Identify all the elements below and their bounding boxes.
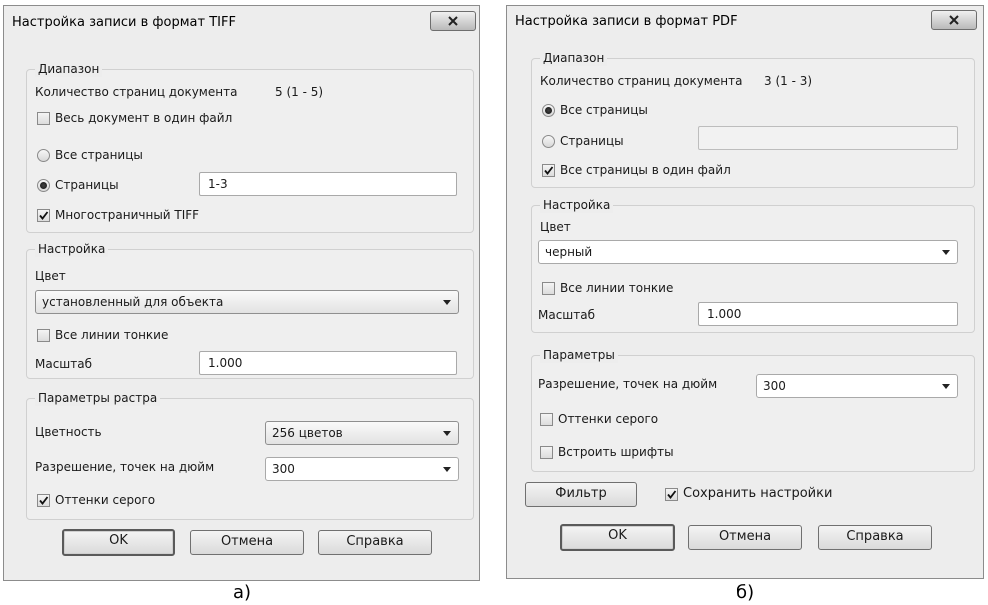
pdf-help-button[interactable]: Справка — [818, 525, 932, 550]
pdf-params-legend: Параметры — [540, 348, 618, 363]
tiff-cancel-button[interactable]: Отмена — [190, 530, 304, 555]
pdf-dialog-title: Настройка записи в формат PDF — [515, 14, 738, 29]
pdf-caption: б) — [736, 582, 755, 603]
tiff-pagecount-value: 5 (1 - 5) — [275, 85, 324, 99]
pdf-save-settings-label[interactable]: Сохранить настройки — [683, 486, 832, 502]
pdf-gray-label[interactable]: Оттенки серого — [558, 411, 658, 427]
pdf-resolution-label: Разрешение, точек на дюйм — [538, 377, 718, 391]
checkmark-icon — [544, 166, 554, 175]
close-icon — [949, 15, 959, 25]
radio-selected-dot — [545, 107, 552, 114]
tiff-thin-lines-label[interactable]: Все линии тонкие — [55, 327, 168, 343]
pdf-thin-lines-label[interactable]: Все линии тонкие — [560, 280, 673, 296]
tiff-depth-select[interactable]: 256 цветов — [265, 421, 459, 445]
pdf-dialog: Настройка записи в формат PDF Диапазон К… — [506, 5, 984, 579]
tiff-raster-legend: Параметры растра — [35, 391, 161, 406]
tiff-settings-legend: Настройка — [35, 242, 109, 257]
chevron-down-icon — [443, 300, 451, 305]
tiff-settings-group: Настройка Цвет установленный для объекта… — [26, 242, 474, 379]
tiff-help-button[interactable]: Справка — [318, 530, 432, 555]
tiff-range-group: Диапазон Количество страниц документа 5 … — [26, 62, 474, 233]
pdf-color-select[interactable]: черный — [538, 240, 958, 264]
close-button[interactable] — [931, 10, 977, 30]
tiff-one-file-checkbox[interactable] — [37, 112, 50, 125]
pdf-ok-button[interactable]: OK — [560, 524, 675, 551]
pdf-resolution-value: 300 — [763, 379, 786, 393]
tiff-gray-checkbox[interactable] — [37, 494, 50, 507]
tiff-resolution-label: Разрешение, точек на дюйм — [35, 460, 215, 474]
pdf-color-value: черный — [545, 245, 593, 259]
pdf-range-group: Диапазон Количество страниц документа 3 … — [531, 51, 975, 188]
tiff-pages-label[interactable]: Страницы — [55, 177, 119, 193]
tiff-all-pages-radio[interactable] — [37, 149, 50, 162]
tiff-pages-radio[interactable] — [37, 179, 50, 192]
tiff-gray-label[interactable]: Оттенки серого — [55, 492, 155, 508]
tiff-scale-input[interactable]: 1.000 — [199, 351, 457, 375]
tiff-range-legend: Диапазон — [35, 62, 103, 77]
pdf-settings-legend: Настройка — [540, 198, 614, 213]
tiff-color-label: Цвет — [35, 269, 66, 283]
tiff-raster-group: Параметры растра Цветность 256 цветов Ра… — [26, 391, 474, 520]
pdf-all-pages-label[interactable]: Все страницы — [560, 102, 648, 118]
pdf-cancel-button[interactable]: Отмена — [688, 525, 802, 550]
pdf-one-file-label[interactable]: Все страницы в один файл — [560, 162, 731, 178]
pdf-pagecount-value: 3 (1 - 3) — [764, 74, 813, 88]
tiff-dialog: Настройка записи в формат TIFF Диапазон … — [3, 5, 480, 581]
tiff-pagecount-label: Количество страниц документа — [35, 85, 238, 99]
tiff-caption: а) — [233, 582, 252, 603]
tiff-color-value: установленный для объекта — [42, 295, 224, 309]
tiff-scale-label: Масштаб — [35, 357, 93, 371]
pdf-save-settings-checkbox[interactable] — [665, 488, 678, 501]
checkmark-icon — [667, 490, 677, 499]
tiff-depth-value: 256 цветов — [272, 426, 343, 440]
tiff-all-pages-label[interactable]: Все страницы — [55, 147, 143, 163]
tiff-depth-label: Цветность — [35, 425, 102, 439]
tiff-dialog-title: Настройка записи в формат TIFF — [12, 15, 236, 30]
pdf-pages-input[interactable] — [698, 126, 958, 150]
tiff-resolution-select[interactable]: 300 — [265, 457, 459, 481]
pdf-all-pages-radio[interactable] — [542, 104, 555, 117]
tiff-one-file-label[interactable]: Весь документ в один файл — [55, 110, 232, 126]
pdf-titlebar: Настройка записи в формат PDF — [507, 6, 983, 39]
pdf-pages-radio[interactable] — [542, 135, 555, 148]
chevron-down-icon — [443, 467, 451, 472]
tiff-color-select[interactable]: установленный для объекта — [35, 290, 459, 314]
pdf-gray-checkbox[interactable] — [540, 413, 553, 426]
tiff-titlebar: Настройка записи в формат TIFF — [4, 6, 479, 39]
checkmark-icon — [39, 211, 49, 220]
pdf-scale-label: Масштаб — [538, 308, 596, 322]
pdf-range-legend: Диапазон — [540, 51, 608, 66]
pdf-filter-button[interactable]: Фильтр — [525, 482, 637, 507]
pdf-resolution-select[interactable]: 300 — [756, 374, 958, 398]
tiff-pages-input[interactable]: 1-3 — [199, 172, 457, 196]
pdf-pagecount-label: Количество страниц документа — [540, 74, 743, 88]
close-icon — [448, 16, 458, 26]
tiff-resolution-value: 300 — [272, 462, 295, 476]
pdf-pages-label[interactable]: Страницы — [560, 133, 624, 149]
checkmark-icon — [39, 496, 49, 505]
pdf-embed-fonts-checkbox[interactable] — [540, 446, 553, 459]
chevron-down-icon — [443, 431, 451, 436]
tiff-multipage-checkbox[interactable] — [37, 209, 50, 222]
tiff-multipage-label[interactable]: Многостраничный TIFF — [55, 207, 199, 223]
pdf-one-file-checkbox[interactable] — [542, 164, 555, 177]
pdf-color-label: Цвет — [540, 220, 571, 234]
pdf-scale-input[interactable]: 1.000 — [698, 302, 958, 326]
pdf-params-group: Параметры Разрешение, точек на дюйм 300 … — [531, 348, 975, 472]
pdf-embed-fonts-label[interactable]: Встроить шрифты — [558, 444, 674, 460]
close-button[interactable] — [430, 11, 476, 31]
pdf-thin-lines-checkbox[interactable] — [542, 282, 555, 295]
pdf-settings-group: Настройка Цвет черный Все линии тонкие М… — [531, 198, 975, 333]
chevron-down-icon — [942, 384, 950, 389]
chevron-down-icon — [942, 250, 950, 255]
radio-selected-dot — [40, 182, 47, 189]
tiff-thin-lines-checkbox[interactable] — [37, 329, 50, 342]
tiff-ok-button[interactable]: OK — [62, 529, 175, 556]
